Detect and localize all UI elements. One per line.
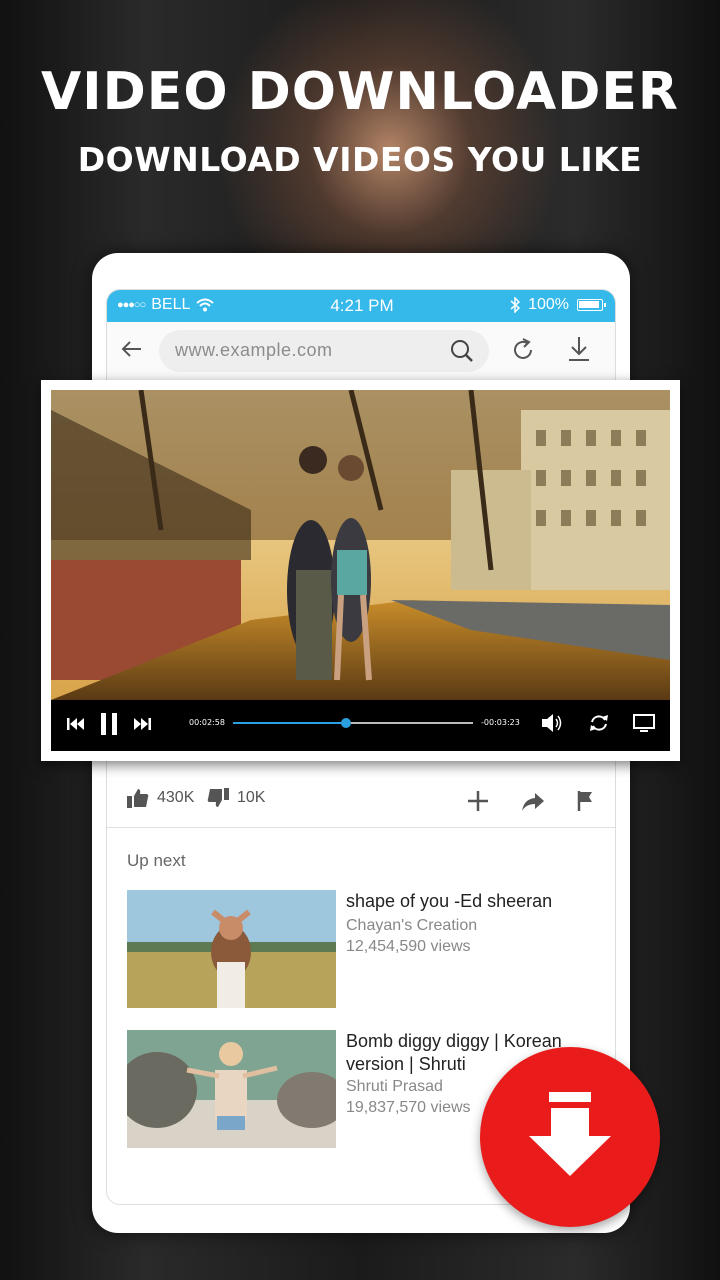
battery-icon (577, 299, 606, 311)
seek-progress (233, 722, 346, 724)
dislike-button[interactable]: 10K (207, 788, 265, 808)
divider (107, 827, 615, 828)
battery-percent: 100% (528, 296, 569, 313)
pause-icon[interactable] (99, 713, 119, 735)
video-actions: 430K 10K (107, 770, 615, 830)
like-count: 430K (157, 789, 195, 806)
download-icon (529, 1092, 611, 1176)
channel-name: Chayan's Creation (346, 917, 478, 934)
skip-forward-icon[interactable] (133, 717, 151, 731)
status-bar: ●●●○○ BELL 4:21 PM 100% (107, 290, 615, 322)
video-area[interactable]: 00:02:58 -00:03:23 (51, 390, 670, 751)
channel-name: Shruti Prasad (346, 1078, 443, 1095)
video-frame-image (51, 390, 670, 700)
download-fab[interactable] (480, 1047, 660, 1227)
elapsed-time: 00:02:58 (189, 718, 225, 727)
screen-cast-icon[interactable] (633, 714, 655, 732)
address-bar: www.example.com (107, 322, 615, 382)
thumbs-up-icon (127, 789, 149, 808)
promo-subheadline: DOWNLOAD VIDEOS YOU LIKE (77, 140, 643, 179)
flag-icon[interactable] (577, 790, 595, 812)
like-button[interactable]: 430K (127, 788, 194, 808)
download-icon[interactable] (565, 334, 593, 364)
player-controls: 00:02:58 -00:03:23 (51, 700, 670, 751)
rotate-icon[interactable] (589, 713, 609, 733)
video-title[interactable]: shape of you -Ed sheeran (346, 890, 596, 913)
view-count: 19,837,570 views (346, 1099, 471, 1116)
add-icon[interactable] (467, 790, 489, 812)
video-thumbnail[interactable] (127, 1030, 336, 1148)
url-field[interactable]: www.example.com (159, 330, 489, 372)
volume-icon[interactable] (541, 713, 563, 733)
remaining-time: -00:03:23 (481, 718, 520, 727)
view-count: 12,454,590 views (346, 938, 471, 955)
thumbs-down-icon (207, 788, 229, 807)
search-icon[interactable] (449, 338, 475, 364)
bluetooth-icon (510, 297, 521, 313)
url-text: www.example.com (175, 340, 333, 360)
video-player: 00:02:58 -00:03:23 (41, 380, 680, 761)
share-icon[interactable] (521, 792, 545, 812)
reload-icon[interactable] (509, 336, 537, 364)
seek-handle[interactable] (340, 718, 351, 728)
seek-bar[interactable] (233, 718, 473, 728)
status-right: 100% (510, 296, 606, 314)
list-item[interactable]: shape of you -Ed sheeran Chayan's Creati… (127, 890, 607, 1010)
up-next-heading: Up next (127, 851, 186, 870)
promo-headline: VIDEO DOWNLOADER (41, 62, 679, 122)
back-arrow-icon[interactable] (117, 334, 147, 364)
video-thumbnail[interactable] (127, 890, 336, 1008)
dislike-count: 10K (237, 789, 266, 806)
skip-back-icon[interactable] (67, 717, 85, 731)
